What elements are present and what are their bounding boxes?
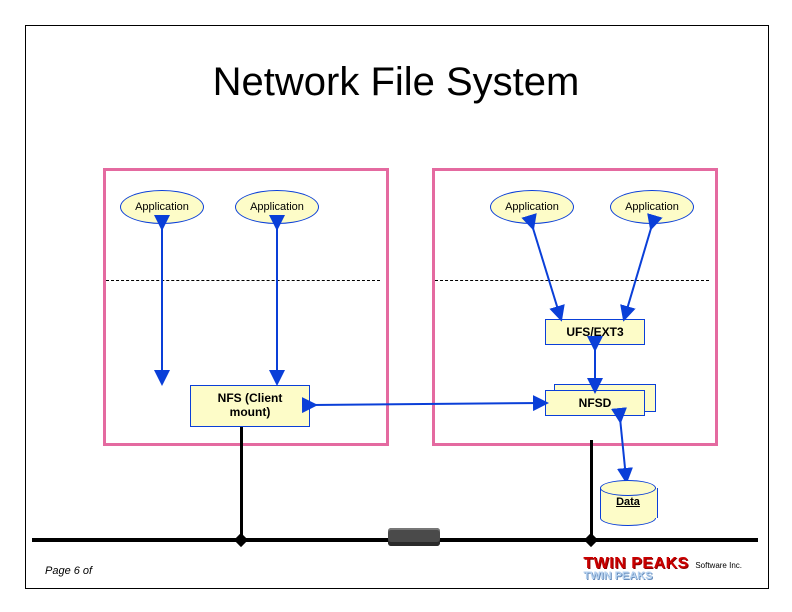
slide: Network File System Application Applicat… — [0, 0, 792, 612]
nfs-client-box: NFS (Client mount) — [190, 385, 310, 427]
data-cylinder: Data — [600, 480, 656, 526]
application-ellipse-left-1: Application — [120, 190, 204, 224]
brand-footer: TWIN PEAKS Software Inc. TWIN PEAKS — [583, 555, 742, 582]
user-kernel-divider-left — [106, 280, 380, 281]
nfsd-box: NFSD — [545, 390, 645, 416]
network-switch-icon — [388, 528, 440, 546]
application-ellipse-right-2: Application — [610, 190, 694, 224]
data-cylinder-label: Data — [600, 496, 656, 508]
brand-top-suffix: Software Inc. — [695, 561, 742, 570]
ufs-ext3-box: UFS/EXT3 — [545, 319, 645, 345]
network-drop-right — [590, 440, 593, 539]
application-ellipse-left-2: Application — [235, 190, 319, 224]
page-number: Page 6 of — [45, 565, 92, 577]
application-ellipse-right-1: Application — [490, 190, 574, 224]
slide-title: Network File System — [0, 60, 792, 105]
network-drop-left — [240, 427, 243, 539]
user-kernel-divider-right — [435, 280, 709, 281]
